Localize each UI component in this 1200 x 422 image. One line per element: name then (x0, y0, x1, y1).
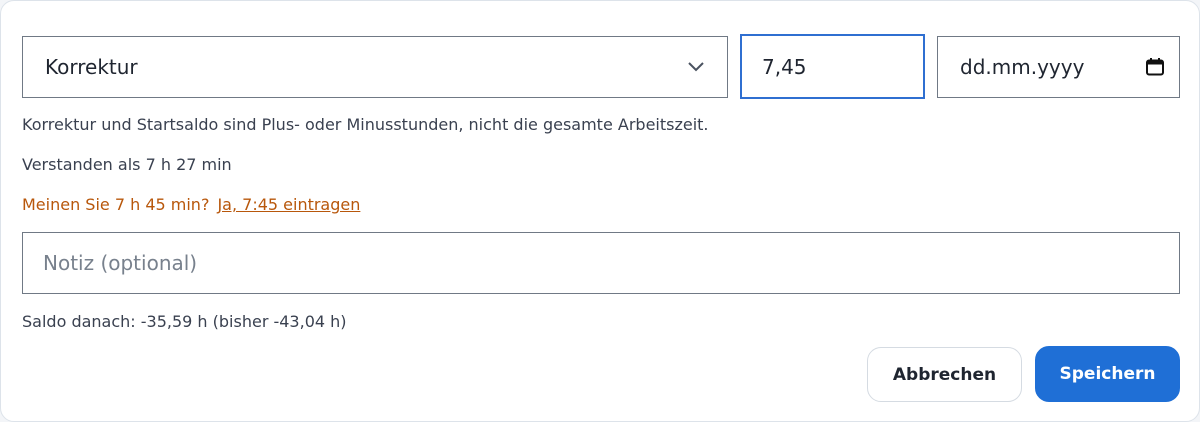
amount-input-value: 7,45 (762, 54, 807, 79)
calendar-icon[interactable] (1145, 57, 1165, 77)
hint-text: Korrektur und Startsaldo sind Plus- oder… (22, 115, 709, 134)
date-input[interactable]: dd.mm.yyyy (937, 36, 1180, 98)
cancel-button[interactable]: Abbrechen (867, 347, 1022, 402)
type-select-value: Korrektur (45, 55, 138, 79)
chevron-down-icon (687, 61, 705, 73)
save-button[interactable]: Speichern (1035, 346, 1180, 402)
dialog-card: Korrektur 7,45 dd.mm.yyyy Korrektur und … (0, 0, 1200, 422)
balance-text: Saldo danach: -35,59 h (bisher -43,04 h) (22, 312, 347, 331)
understood-text: Verstanden als 7 h 27 min (22, 155, 232, 174)
note-input[interactable]: Notiz (optional) (22, 232, 1180, 294)
suggestion-question: Meinen Sie 7 h 45 min? (22, 195, 210, 214)
date-input-placeholder: dd.mm.yyyy (960, 55, 1085, 79)
note-input-placeholder: Notiz (optional) (43, 251, 198, 275)
type-select[interactable]: Korrektur (22, 36, 728, 98)
suggestion-accept-link[interactable]: Ja, 7:45 eintragen (217, 195, 360, 214)
suggestion-row: Meinen Sie 7 h 45 min? Ja, 7:45 eintragen (22, 195, 360, 214)
amount-input[interactable]: 7,45 (740, 34, 925, 99)
